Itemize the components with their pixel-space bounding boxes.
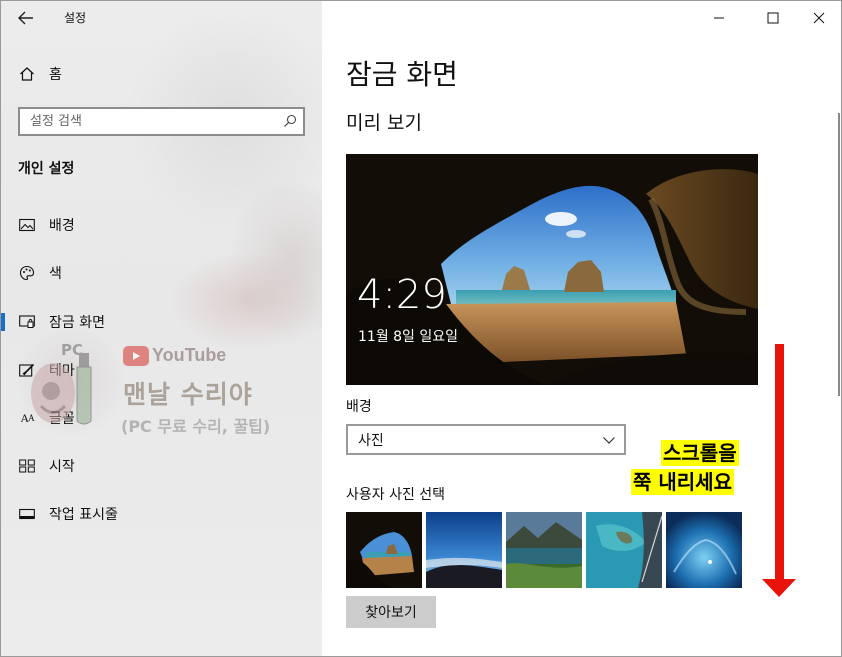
thumbnail-coast-aerial[interactable]	[586, 512, 662, 588]
annotation-line2: 쭉 내리세요	[631, 469, 734, 495]
search-icon[interactable]	[283, 114, 297, 128]
sidebar-item-label: 배경	[49, 218, 75, 234]
thumbnail-night-sky[interactable]	[426, 512, 502, 588]
home-icon	[18, 65, 36, 83]
browse-button[interactable]: 찾아보기	[346, 596, 436, 628]
section-title: 개인 설정	[18, 161, 75, 177]
settings-window: 설정 홈 개인 설정 배경 색	[0, 0, 842, 657]
preview-date: 11월 8일 일요일	[358, 329, 459, 345]
sidebar-item-color[interactable]: 색	[1, 256, 322, 290]
sidebar-item-label: 색	[49, 266, 62, 282]
background-dropdown-value: 사진	[358, 432, 384, 449]
sidebar: 설정 홈 개인 설정 배경 색	[1, 1, 322, 656]
sidebar-item-label: 시작	[49, 459, 75, 475]
thumbnail-ice-cave[interactable]	[666, 512, 742, 588]
preview-heading: 미리 보기	[346, 112, 422, 134]
sidebar-item-start[interactable]: 시작	[1, 449, 322, 483]
choose-picture-label: 사용자 사진 선택	[346, 487, 446, 503]
youtube-logo: YouTube	[123, 345, 226, 366]
search-box[interactable]	[18, 107, 305, 136]
minimize-icon	[714, 17, 724, 19]
background-dropdown[interactable]: 사진	[346, 424, 626, 455]
youtube-play-icon	[123, 345, 149, 366]
minimize-button[interactable]	[696, 1, 742, 35]
preview-time: 4:29	[357, 272, 447, 318]
thumbnail-mountain-lake[interactable]	[506, 512, 582, 588]
close-icon	[813, 12, 825, 24]
background-label: 배경	[346, 399, 372, 415]
sidebar-item-label: 작업 표시줄	[49, 507, 118, 523]
maximize-icon	[767, 12, 779, 24]
watermark: PC YouTube 맨날 수리야 (PC 무료 수리, 꿀팁)	[31, 341, 301, 441]
scroll-arrow-head	[762, 579, 796, 597]
palette-icon	[18, 264, 36, 282]
main-content: 잠금 화면 미리 보기 4:29 11월 8일 일요일 배경 사진 사용자 사진…	[322, 1, 841, 656]
lock-screen-icon	[18, 313, 36, 331]
soju-bottle-logo	[31, 353, 92, 425]
search-input[interactable]	[20, 109, 303, 134]
lock-screen-preview: 4:29 11월 8일 일요일	[346, 154, 758, 385]
sidebar-item-taskbar[interactable]: 작업 표시줄	[1, 497, 322, 531]
nav-home-label: 홈	[49, 67, 62, 83]
watermark-pc: PC	[61, 341, 84, 359]
sidebar-item-lock-screen[interactable]: 잠금 화면	[1, 305, 322, 339]
chevron-down-icon	[603, 437, 615, 444]
youtube-text: YouTube	[152, 345, 227, 365]
watermark-main: 맨날 수리야	[123, 380, 253, 409]
thumbnail-cave[interactable]	[346, 512, 422, 588]
page-title: 잠금 화면	[346, 58, 458, 91]
start-grid-icon	[18, 457, 36, 475]
scrollbar[interactable]	[838, 113, 840, 396]
maximize-button[interactable]	[750, 1, 796, 35]
app-title: 설정	[64, 11, 87, 25]
watermark-sub: (PC 무료 수리, 꿀팁)	[121, 417, 271, 436]
back-arrow-icon[interactable]	[13, 7, 39, 29]
scroll-arrow	[775, 344, 784, 584]
nav-home[interactable]: 홈	[18, 63, 62, 85]
close-button[interactable]	[796, 1, 841, 35]
picture-thumbnails	[346, 512, 742, 588]
taskbar-icon	[18, 505, 36, 523]
annotation-line1: 스크롤을	[661, 440, 739, 466]
preview-cave-image	[346, 154, 758, 385]
sidebar-item-background[interactable]: 배경	[1, 208, 322, 242]
sidebar-item-label: 잠금 화면	[49, 315, 105, 331]
picture-icon	[18, 216, 36, 234]
